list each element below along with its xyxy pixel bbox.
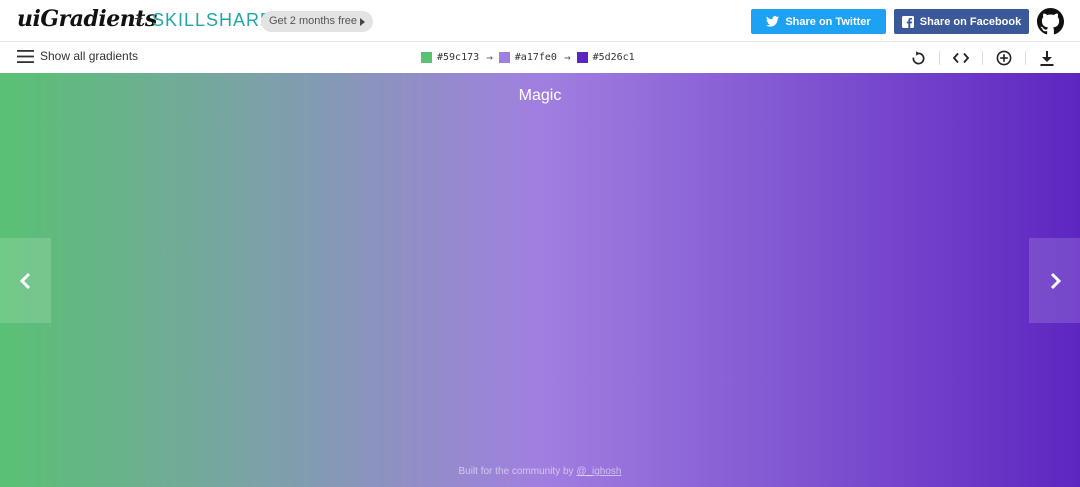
twitter-icon (766, 16, 780, 27)
color-stop-2[interactable]: #a17fe0 (498, 52, 557, 63)
color-hex-label: #a17fe0 (514, 52, 557, 63)
show-all-gradients-button[interactable]: Show all gradients (17, 49, 138, 63)
download-icon (1040, 50, 1054, 66)
color-swatch (498, 52, 510, 63)
share-twitter-button[interactable]: Share on Twitter (751, 9, 886, 34)
author-link[interactable]: @_ighosh (576, 466, 621, 477)
share-twitter-label: Share on Twitter (785, 15, 871, 28)
add-gradient-button[interactable] (995, 49, 1013, 67)
plus-sign: + (134, 11, 144, 28)
toolbar-actions (909, 49, 1056, 67)
arrow-icon: → (486, 51, 493, 64)
download-gradient-button[interactable] (1038, 49, 1056, 67)
arrow-icon: → (563, 51, 571, 64)
color-swatch (576, 52, 588, 63)
github-icon[interactable] (1037, 8, 1064, 35)
rotate-icon (912, 50, 924, 64)
add-icon (996, 50, 1012, 66)
code-icon (953, 52, 969, 64)
toolbar-divider (982, 51, 983, 65)
top-header: uiGradients + SKILLSHARE Get 2 months fr… (0, 0, 1080, 42)
color-hex-label: #5d26c1 (592, 52, 635, 63)
share-facebook-button[interactable]: Share on Facebook (894, 9, 1029, 34)
gradient-preview: Magic Built for the community by @_ighos… (0, 73, 1080, 487)
gradient-color-stops: #59c173 → #a17fe0 → #5d26c1 (421, 51, 635, 64)
toolbar: Show all gradients #59c173 → #a17fe0 → #… (0, 43, 1080, 73)
toolbar-divider (939, 51, 940, 65)
previous-gradient-button[interactable] (0, 238, 51, 323)
footer-text: Built for the community by (458, 466, 574, 477)
footer-credit: Built for the community by @_ighosh (0, 466, 1080, 477)
gradient-name: Magic (518, 87, 562, 104)
hamburger-menu-icon (17, 49, 34, 63)
share-facebook-label: Share on Facebook (919, 15, 1022, 28)
color-stop-3[interactable]: #5d26c1 (576, 52, 635, 63)
color-hex-label: #59c173 (437, 52, 480, 63)
skillshare-logo[interactable]: SKILLSHARE (152, 10, 273, 31)
play-triangle-icon (360, 17, 366, 26)
color-stop-1[interactable]: #59c173 (421, 52, 479, 63)
color-swatch (421, 52, 432, 63)
toolbar-divider (1025, 51, 1026, 65)
facebook-icon (901, 15, 914, 28)
rotate-gradient-button[interactable] (909, 49, 927, 67)
promo-badge[interactable]: Get 2 months free (261, 11, 374, 32)
chevron-left-icon (19, 272, 30, 289)
next-gradient-button[interactable] (1029, 238, 1080, 323)
promo-label: Get 2 months free (269, 15, 358, 27)
chevron-right-icon (1050, 272, 1061, 289)
get-css-code-button[interactable] (952, 49, 970, 67)
show-all-gradients-label: Show all gradients (40, 49, 139, 63)
